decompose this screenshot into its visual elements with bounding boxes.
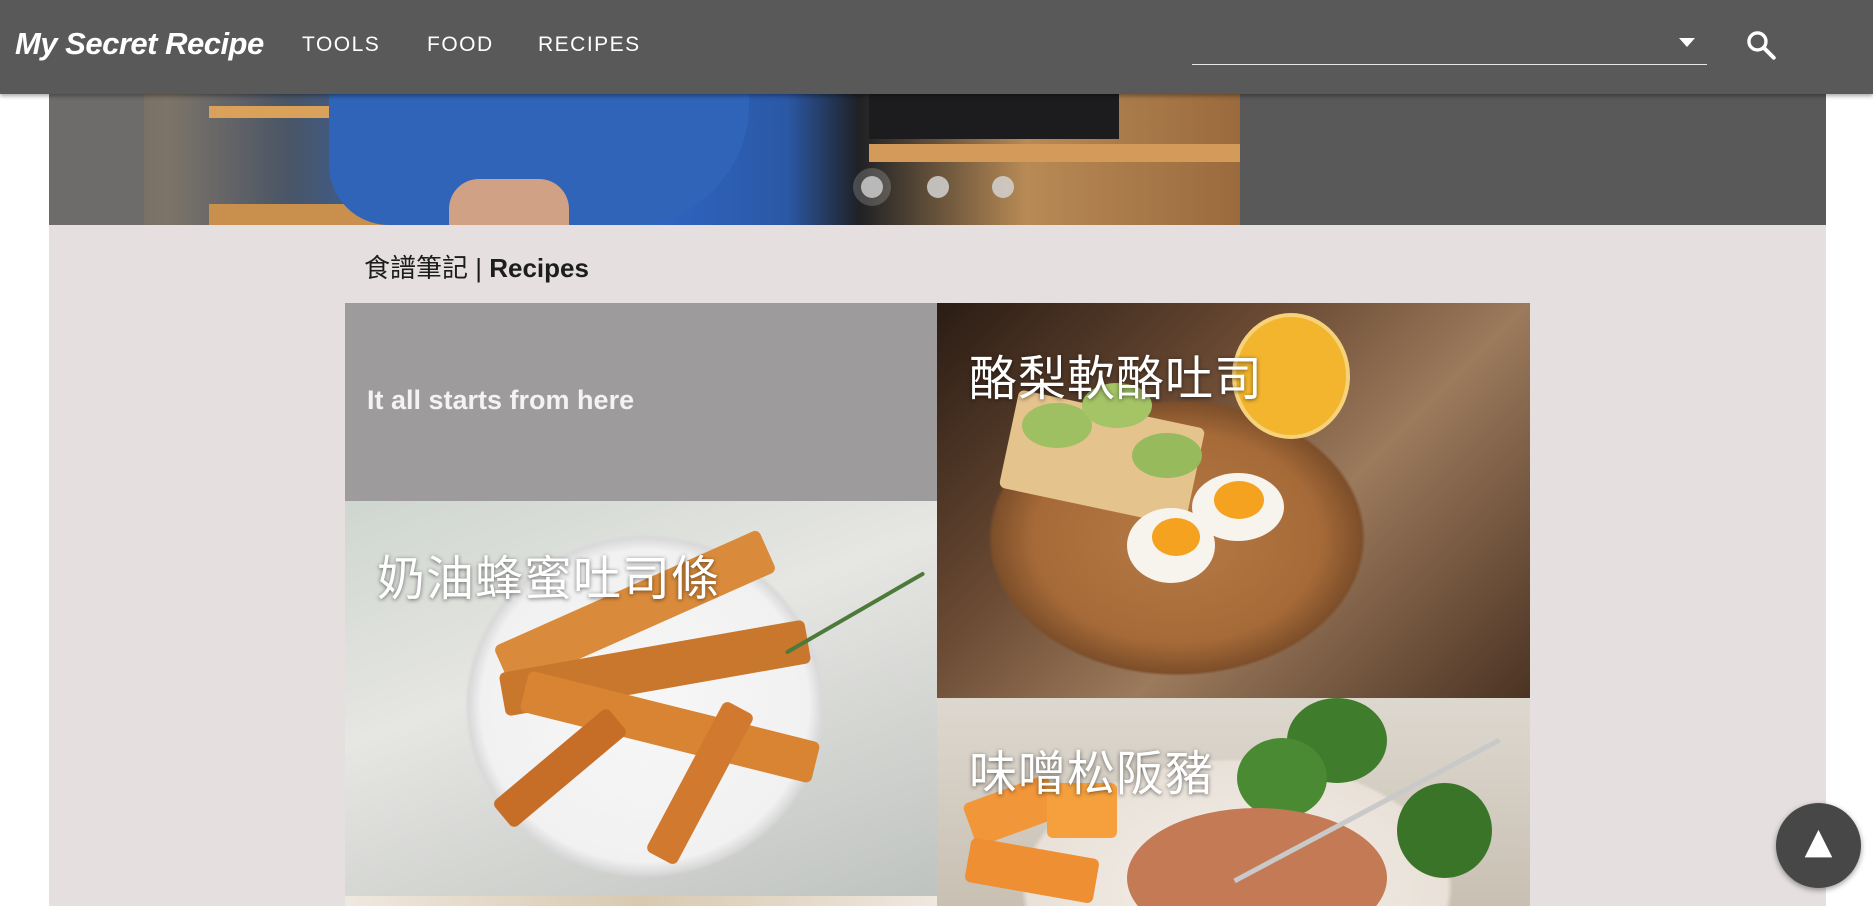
brand-logo[interactable]: My Secret Recipe <box>15 26 264 62</box>
recipe-tile-toast-sticks[interactable]: 奶油蜂蜜吐司條 <box>345 501 937 896</box>
kitchen-wall <box>49 94 144 225</box>
carousel-dot-2[interactable] <box>927 176 949 198</box>
intro-tile: It all starts from here <box>345 303 937 501</box>
nav-recipes[interactable]: RECIPES <box>538 33 641 57</box>
search-button[interactable] <box>1744 28 1778 62</box>
kitchen-shelf-right <box>869 144 1240 162</box>
back-to-top-button[interactable]: ▲ <box>1776 803 1861 888</box>
hero-slide-image <box>49 94 1240 225</box>
recipe-title: 酪梨軟酪吐司 <box>969 351 1264 407</box>
broccoli-2 <box>1237 738 1327 818</box>
avocado-1 <box>1022 403 1092 448</box>
recipe-title: 奶油蜂蜜吐司條 <box>377 551 721 607</box>
recipe-tile-avocado-toast[interactable]: 酪梨軟酪吐司 <box>937 303 1530 698</box>
arrow-up-icon: ▲ <box>1804 821 1833 862</box>
section-title-separator: | <box>468 253 490 283</box>
search-icon <box>1747 31 1776 60</box>
app-bar: My Secret Recipe TOOLS FOOD RECIPES <box>0 0 1873 94</box>
caret-down-icon[interactable] <box>1679 38 1695 47</box>
egg-yolk-1 <box>1152 518 1200 556</box>
recipe-title: 味噌松阪豬 <box>969 746 1215 802</box>
nav-food[interactable]: FOOD <box>427 33 494 57</box>
carousel-dot-1[interactable] <box>861 176 883 198</box>
recipe-tile-miso-pork[interactable]: 味噌松阪豬 <box>937 698 1530 906</box>
avocado-3 <box>1132 433 1202 478</box>
oven <box>869 94 1119 139</box>
section-title-zh: 食譜筆記 <box>364 253 469 283</box>
section-title-en: Recipes <box>489 253 589 283</box>
sweet-potato-3 <box>964 837 1100 904</box>
recipe-tile-next[interactable] <box>345 896 937 906</box>
intro-text: It all starts from here <box>367 385 635 415</box>
nav-tools[interactable]: TOOLS <box>302 33 380 57</box>
rosemary <box>784 571 926 655</box>
toast-stick-4 <box>491 706 629 830</box>
egg-yolk-2 <box>1214 481 1264 519</box>
search-input[interactable] <box>1192 24 1707 65</box>
chef-hands <box>449 179 569 225</box>
section-title: 食譜筆記 | Recipes <box>364 248 589 285</box>
broccoli-3 <box>1397 783 1492 878</box>
carousel-dot-3[interactable] <box>992 176 1014 198</box>
page: My Secret Recipe TOOLS FOOD RECIPES 食譜筆記… <box>0 0 1873 906</box>
